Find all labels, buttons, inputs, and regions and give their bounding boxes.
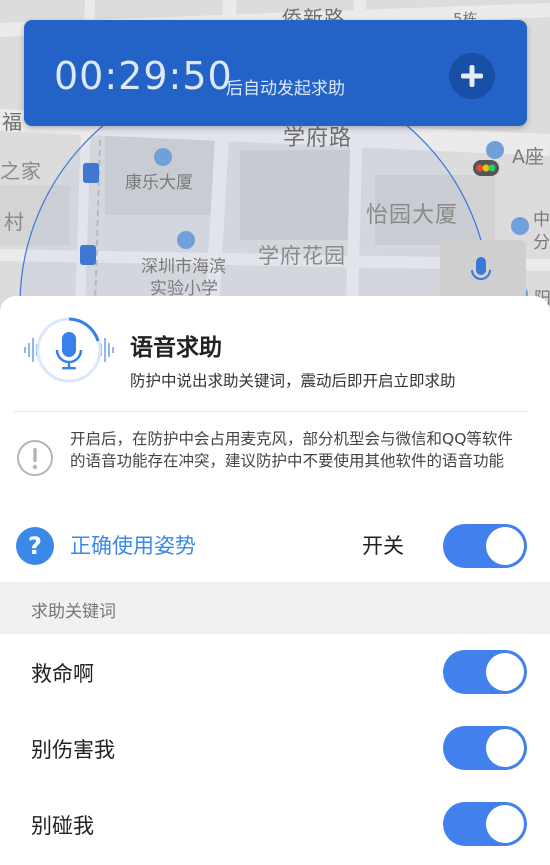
voice-help-header: 语音求助 防护中说出求助关键词，震动后即开启立即求助 <box>0 296 550 410</box>
keyword-label: 别伤害我 <box>31 738 115 762</box>
voice-help-switch[interactable] <box>443 524 527 568</box>
voice-help-sheet: 语音求助 防护中说出求助关键词，震动后即开启立即求助 开启后，在防护中会占用麦克… <box>0 296 550 865</box>
usage-tip-row: ? 正确使用姿势 开关 <box>0 516 550 578</box>
plus-icon <box>461 65 483 87</box>
keyword-row: 别伤害我 <box>0 710 550 786</box>
keyword-switch[interactable] <box>443 726 527 770</box>
countdown-banner: 00:29:50 后自动发起求助 <box>24 20 527 126</box>
keyword-row: 别碰我 <box>0 786 550 862</box>
map-building-label: 学府花园 <box>258 244 346 268</box>
microphone-icon <box>24 317 114 383</box>
keyword-row: 救命啊 <box>0 634 550 710</box>
voice-help-subtitle: 防护中说出求助关键词，震动后即开启立即求助 <box>130 372 456 390</box>
voice-help-title: 语音求助 <box>130 335 222 361</box>
keywords-section-header: 求助关键词 <box>0 582 550 634</box>
map-building-label: A座 <box>512 146 544 168</box>
map-building-label: 怡园大厦 <box>366 203 459 228</box>
keyword-label: 别碰我 <box>31 814 94 838</box>
usage-tip-link[interactable]: 正确使用姿势 <box>70 530 196 560</box>
divider <box>14 411 528 412</box>
keywords-section-title: 求助关键词 <box>31 602 116 622</box>
switch-label: 开关 <box>362 534 404 558</box>
countdown-timer: 00:29:50 <box>54 54 233 98</box>
map-area-label: 福 <box>2 110 23 134</box>
keyword-label: 救命啊 <box>31 662 94 686</box>
countdown-note: 后自动发起求助 <box>226 79 345 99</box>
svg-text:?: ? <box>28 532 42 560</box>
keyword-switch[interactable] <box>443 802 527 846</box>
microphone-notice: 开启后，在防护中会占用麦克风，部分机型会与微信和QQ等软件的语音功能存在冲突，建… <box>70 430 513 470</box>
add-time-button[interactable] <box>449 53 495 99</box>
question-icon[interactable]: ? <box>15 526 55 566</box>
map-area-label: 村 <box>4 210 25 234</box>
exclamation-icon <box>17 440 53 476</box>
map-building-label: 中 <box>533 210 550 230</box>
keyword-switch[interactable] <box>443 650 527 694</box>
map-building-label: 分 <box>533 233 550 253</box>
map-area-label: 之家 <box>0 159 42 183</box>
map-building-label: 康乐大厦 <box>125 173 193 193</box>
